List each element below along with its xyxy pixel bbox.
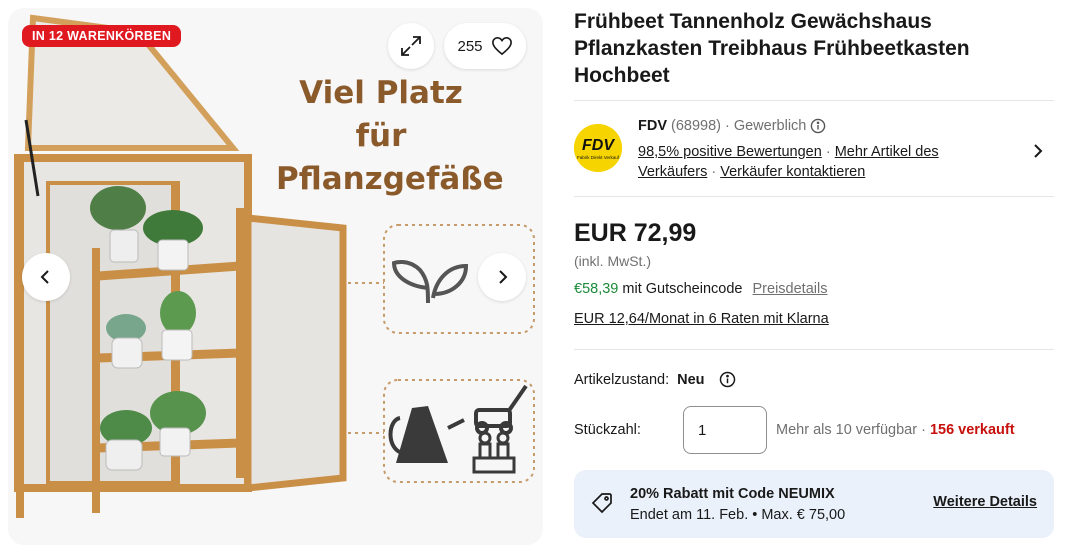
coupon-price: €58,39 <box>574 281 619 297</box>
promo-title: 20% Rabatt mit Code NEUMIX <box>630 486 835 502</box>
seller-logo-subtext: Fabrik Direkt Verkauf <box>577 155 620 160</box>
klarna-installments-link[interactable]: EUR 12,64/Monat in 6 Raten mit Klarna <box>574 311 829 327</box>
product-image-gallery[interactable]: Viel Platz für Pflanzgefäße IN 12 WARENK… <box>8 8 543 545</box>
chevron-right-icon <box>499 270 508 284</box>
flower-pots-icon <box>472 431 516 474</box>
expand-icon <box>401 36 421 56</box>
seller-links: 98,5% positive Bewertungen · Mehr Artike… <box>638 142 1008 182</box>
availability-text: Mehr als 10 verfügbar · 156 verkauft <box>776 422 1015 438</box>
info-icon[interactable] <box>810 118 826 134</box>
separator-dot: · <box>711 164 721 180</box>
tag-icon <box>591 493 612 514</box>
heart-icon <box>491 36 512 56</box>
promo-banner: 20% Rabatt mit Code NEUMIX Endet am 11. … <box>574 470 1054 538</box>
separator-dot: · <box>917 422 930 438</box>
watch-button[interactable]: 255 <box>444 23 526 69</box>
coupon-text: mit Gutscheincode <box>618 281 743 297</box>
seller-name[interactable]: FDV <box>638 118 667 134</box>
sprout-icon <box>391 260 469 304</box>
quantity-label: Stückzahl: <box>574 422 641 438</box>
condition-value: Neu <box>677 371 705 388</box>
promo-subtitle: Endet am 11. Feb. • Max. € 75,00 <box>630 507 846 523</box>
price: EUR 72,99 <box>574 219 697 247</box>
chevron-left-icon <box>40 270 49 284</box>
divider <box>574 349 1054 350</box>
lawnmower-icon <box>474 384 528 435</box>
expand-image-button[interactable] <box>388 23 434 69</box>
seller-info-row: FDV (68998) · Gewerblich <box>638 118 826 134</box>
cart-count-badge: IN 12 WARENKÖRBEN <box>22 25 182 47</box>
seller-logo-text: FDV <box>582 137 615 154</box>
positive-feedback-link[interactable]: 98,5% positive Bewertungen <box>638 144 822 160</box>
condition-row: Artikelzustand: Neu <box>574 371 736 388</box>
seller-logo-image: FDV Fabrik Direkt Verkauf <box>574 124 622 172</box>
contact-seller-link[interactable]: Verkäufer kontaktieren <box>720 164 865 180</box>
image-headline: Viel Platz für Pflanzgefäße <box>276 75 504 197</box>
separator-dot: · <box>724 118 730 134</box>
previous-image-button[interactable] <box>22 253 70 301</box>
next-image-button[interactable] <box>478 253 526 301</box>
watch-count: 255 <box>457 37 483 55</box>
product-title: Frühbeet Tannenholz Gewächshaus Pflanzka… <box>574 10 970 87</box>
seller-rating-count: (68998) <box>671 118 721 134</box>
watering-can-icon <box>388 406 465 463</box>
divider <box>574 196 1054 197</box>
seller-type: Gewerblich <box>733 118 807 134</box>
divider <box>574 100 1054 101</box>
promo-details-link[interactable]: Weitere Details <box>933 494 1037 510</box>
seller-chevron-right-icon[interactable] <box>1028 141 1048 161</box>
vat-note: (inkl. MwSt.) <box>574 253 651 269</box>
condition-label: Artikelzustand: <box>574 371 670 388</box>
sold-count: 156 verkauft <box>929 422 1015 438</box>
quantity-input[interactable] <box>683 406 767 454</box>
coupon-price-row: €58,39 mit Gutscheincode Preisdetails <box>574 281 827 297</box>
available-count: Mehr als 10 verfügbar <box>776 422 918 438</box>
price-details-link[interactable]: Preisdetails <box>753 281 828 297</box>
info-icon[interactable] <box>719 371 736 388</box>
seller-logo[interactable]: FDV Fabrik Direkt Verkauf <box>574 124 622 172</box>
separator-dot: · <box>825 144 835 160</box>
